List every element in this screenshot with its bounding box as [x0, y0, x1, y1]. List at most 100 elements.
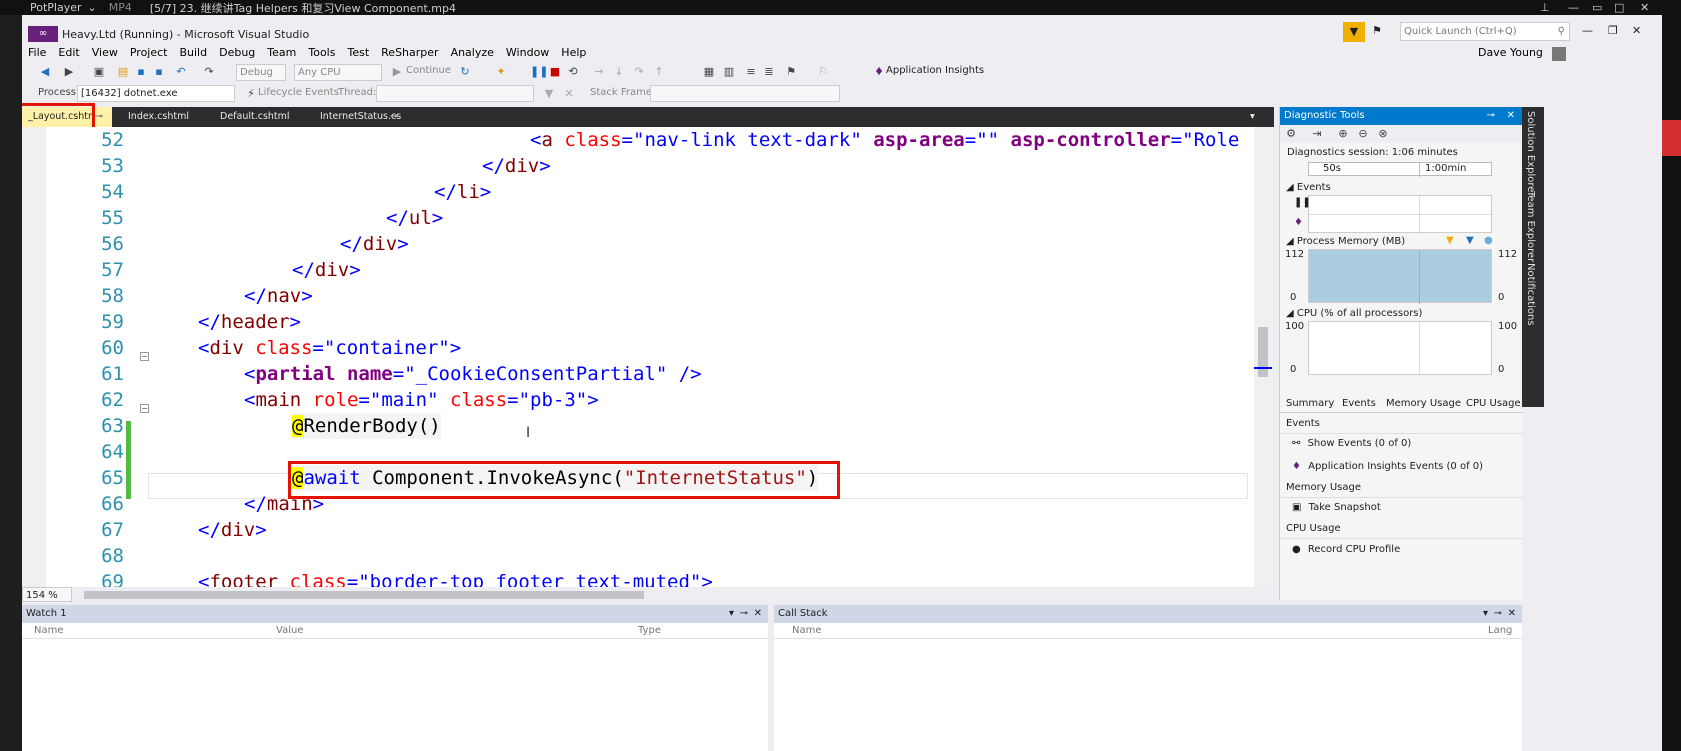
close-icon[interactable]: ✕: [1508, 605, 1516, 623]
back-icon[interactable]: ◀: [38, 65, 52, 79]
filter-icon[interactable]: ▼: [1343, 22, 1365, 42]
tab-summary[interactable]: Summary: [1286, 398, 1334, 409]
step-over-icon[interactable]: ↷: [632, 65, 646, 79]
code-editor[interactable]: − − 52 <a class="nav-link text-dark" asp-…: [22, 127, 1272, 587]
restart-icon[interactable]: ⟲: [566, 65, 580, 79]
record-cpu-profile-button[interactable]: ● Record CPU Profile: [1292, 544, 1400, 555]
minimize-icon[interactable]: —: [1568, 1, 1579, 14]
menu-project[interactable]: Project: [124, 45, 174, 61]
toolbar-icon-a[interactable]: ▦: [702, 65, 716, 79]
restore-icon[interactable]: ▭: [1592, 1, 1602, 14]
stop-icon[interactable]: ■: [548, 65, 562, 79]
tab-cpu-usage[interactable]: CPU Usage: [1466, 398, 1521, 409]
code-line-63[interactable]: 63 @RenderBody(): [22, 413, 1252, 439]
redo-icon[interactable]: ↷: [202, 65, 216, 79]
zoom-select[interactable]: 154 %: [22, 587, 72, 602]
bookmark-icon[interactable]: ⚑: [784, 65, 798, 79]
pin-icon[interactable]: ⊸: [390, 107, 398, 127]
code-line-62[interactable]: 62 <main role="main" class="pb-3">: [22, 387, 1252, 413]
callstack-list[interactable]: [774, 639, 1522, 751]
watch-list[interactable]: [22, 639, 768, 751]
watch-col-type[interactable]: Type: [638, 625, 661, 636]
close-icon[interactable]: ✕: [1640, 1, 1649, 14]
configuration-select[interactable]: Debug: [236, 64, 286, 81]
tab-index[interactable]: Index.cshtml: [122, 107, 195, 127]
minimize-icon[interactable]: —: [1582, 24, 1593, 37]
continue-icon[interactable]: ▶: [390, 65, 404, 79]
menu-resharper[interactable]: ReSharper: [375, 45, 444, 61]
team-explorer-tab[interactable]: Team Explorer: [1525, 191, 1536, 262]
open-folder-icon[interactable]: ▤: [116, 65, 130, 79]
vertical-scrollbar[interactable]: [1254, 127, 1272, 587]
chevron-down-icon[interactable]: ⌄: [88, 1, 97, 14]
pause-icon[interactable]: ❚❚: [1294, 197, 1311, 208]
code-line-61[interactable]: 61 <partial name="_CookieConsentPartial" …: [22, 361, 1252, 387]
tab-events[interactable]: Events: [1342, 398, 1376, 409]
maximize-icon[interactable]: □: [1614, 1, 1624, 14]
code-line-60[interactable]: 60 <div class="container">: [22, 335, 1252, 361]
timeline-ruler[interactable]: 50s 1:00min: [1308, 162, 1492, 177]
uncomment-icon[interactable]: ≣: [762, 65, 776, 79]
new-project-icon[interactable]: ▣: [92, 65, 106, 79]
horizontal-scrollbar-thumb[interactable]: [84, 591, 644, 599]
step-icon[interactable]: →: [592, 65, 606, 79]
quick-launch-input[interactable]: Quick Launch (Ctrl+Q) ⚲: [1400, 22, 1570, 41]
pause-icon[interactable]: ❚❚: [530, 65, 548, 79]
thread-toggle-icon[interactable]: ✕: [562, 87, 576, 101]
pin-tab-icon[interactable]: ⊸: [92, 107, 112, 127]
menu-analyze[interactable]: Analyze: [445, 45, 500, 61]
zoom-in-icon[interactable]: ⊕: [1336, 127, 1350, 141]
continue-button[interactable]: Continue: [406, 65, 451, 76]
stack-frame-select[interactable]: [650, 85, 840, 102]
chevron-down-icon[interactable]: ▾: [1483, 605, 1488, 623]
save-all-icon[interactable]: ▪: [152, 65, 166, 79]
menu-team[interactable]: Team: [261, 45, 302, 61]
pin-icon[interactable]: ⊸: [740, 605, 748, 623]
gear-icon[interactable]: ⚙: [1284, 127, 1298, 141]
avatar[interactable]: [1552, 47, 1566, 61]
code-line-68[interactable]: 68: [22, 543, 1252, 569]
bookmark-nav-icon[interactable]: ⚐: [816, 65, 830, 79]
take-snapshot-button[interactable]: ▣ Take Snapshot: [1292, 502, 1381, 513]
thread-filter-icon[interactable]: ▼: [542, 87, 556, 101]
menu-edit[interactable]: Edit: [52, 45, 85, 61]
chevron-down-icon[interactable]: ▾: [729, 605, 734, 623]
tab-memory-usage[interactable]: Memory Usage: [1386, 398, 1461, 409]
save-icon[interactable]: ▪: [134, 65, 148, 79]
notifications-tab[interactable]: Notifications: [1525, 263, 1536, 326]
menu-view[interactable]: View: [86, 45, 124, 61]
show-events-link[interactable]: ⚯ Show Events (0 of 0): [1292, 438, 1411, 449]
code-line-59[interactable]: 59 </header>: [22, 309, 1252, 335]
process-select[interactable]: [16432] dotnet.exe: [77, 85, 235, 102]
search-icon[interactable]: ⚲: [1558, 23, 1565, 40]
code-line-69[interactable]: 69 <footer class="border-top footer text-…: [22, 569, 1252, 587]
code-line-54[interactable]: 54 </li>: [22, 179, 1252, 205]
code-line-56[interactable]: 56 </div>: [22, 231, 1252, 257]
undo-icon[interactable]: ↶: [174, 65, 188, 79]
export-icon[interactable]: ⇥: [1310, 127, 1324, 141]
lifecycle-icon[interactable]: ⚡: [244, 87, 258, 101]
potplayer-app-label[interactable]: PotPlayer: [30, 1, 82, 14]
watch-col-name[interactable]: Name: [34, 625, 64, 636]
restore-icon[interactable]: ❐: [1608, 24, 1618, 37]
feedback-icon[interactable]: ⚑: [1372, 24, 1382, 37]
lifecycle-events-button[interactable]: Lifecycle Events: [258, 87, 339, 98]
forward-icon[interactable]: ▶: [62, 65, 76, 79]
browser-link-icon[interactable]: ✦: [494, 65, 508, 79]
code-line-55[interactable]: 55 </ul>: [22, 205, 1252, 231]
close-icon[interactable]: ✕: [1632, 24, 1641, 37]
code-line-52[interactable]: 52 <a class="nav-link text-dark" asp-area…: [22, 127, 1252, 153]
memory-graph[interactable]: [1308, 249, 1492, 304]
menu-tools[interactable]: Tools: [302, 45, 341, 61]
toolbar-icon-b[interactable]: ▥: [722, 65, 736, 79]
solution-explorer-tab[interactable]: Solution Explorer: [1525, 111, 1536, 197]
watch-col-value[interactable]: Value: [276, 625, 303, 636]
thread-select[interactable]: [376, 85, 534, 102]
callstack-col-name[interactable]: Name: [792, 625, 822, 636]
events-graph[interactable]: [1308, 195, 1493, 234]
menu-help[interactable]: Help: [555, 45, 592, 61]
menu-test[interactable]: Test: [341, 45, 375, 61]
step-into-icon[interactable]: ↓: [612, 65, 626, 79]
callstack-col-lang[interactable]: Lang: [1488, 625, 1512, 636]
pin-icon[interactable]: ⊸: [1487, 107, 1495, 125]
